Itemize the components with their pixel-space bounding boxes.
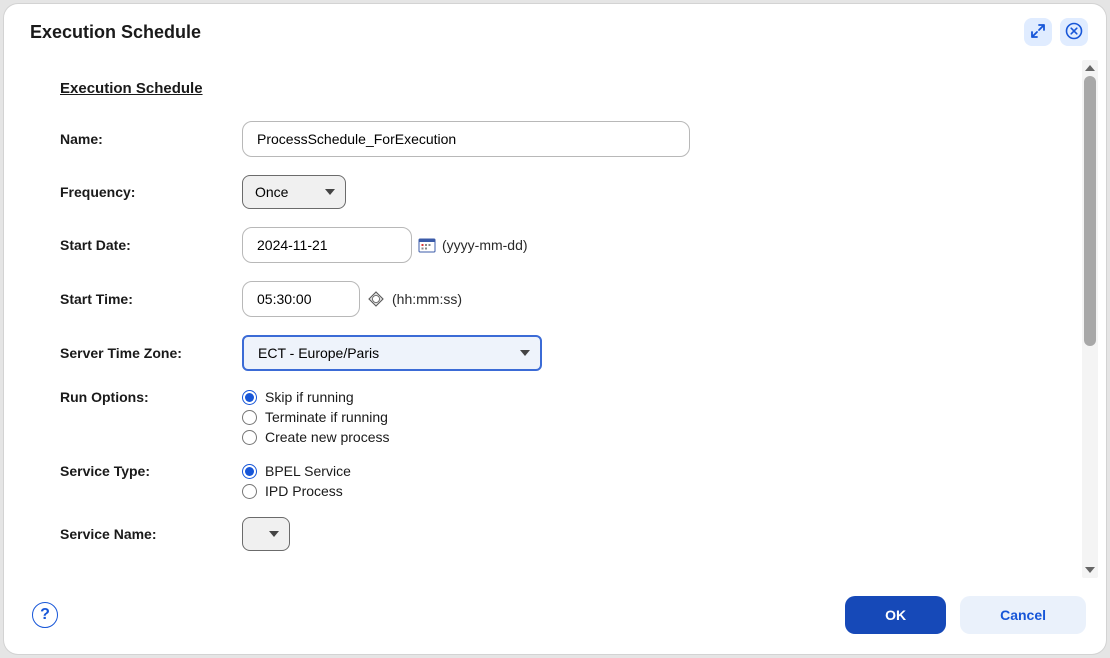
start-date-label: Start Date:	[60, 237, 242, 253]
calendar-icon[interactable]	[418, 237, 436, 253]
row-run-options: Run Options: Skip if running Terminate i…	[60, 389, 1042, 445]
timezone-label: Server Time Zone:	[60, 345, 242, 361]
run-option-skip: Skip if running	[242, 389, 390, 405]
start-time-label: Start Time:	[60, 291, 242, 307]
dialog-title: Execution Schedule	[30, 22, 201, 43]
dialog-header: Execution Schedule	[4, 4, 1106, 56]
dialog-body: Execution Schedule Name: Frequency: Once…	[4, 56, 1106, 582]
ok-button[interactable]: OK	[845, 596, 946, 634]
timezone-select[interactable]: ECT - Europe/Paris	[242, 335, 542, 371]
start-time-control: (hh:mm:ss)	[242, 281, 462, 317]
help-icon: ?	[40, 606, 50, 624]
service-name-select[interactable]	[242, 517, 290, 551]
execution-schedule-dialog: Execution Schedule	[4, 4, 1106, 654]
scrollbar-thumb[interactable]	[1084, 76, 1096, 346]
clock-icon[interactable]	[366, 289, 386, 309]
service-type-ipd-radio[interactable]	[242, 484, 257, 499]
service-type-bpel: BPEL Service	[242, 463, 351, 479]
name-label: Name:	[60, 131, 242, 147]
content-area: Execution Schedule Name: Frequency: Once…	[4, 56, 1082, 582]
expand-button[interactable]	[1024, 18, 1052, 46]
help-button[interactable]: ?	[32, 602, 58, 628]
frequency-control: Once	[242, 175, 346, 209]
row-name: Name:	[60, 121, 1042, 157]
start-time-input[interactable]	[242, 281, 360, 317]
service-type-group: BPEL Service IPD Process	[242, 463, 351, 499]
row-timezone: Server Time Zone: ECT - Europe/Paris	[60, 335, 1042, 371]
row-start-time: Start Time: (hh:mm:ss)	[60, 281, 1042, 317]
run-options-group: Skip if running Terminate if running Cre…	[242, 389, 390, 445]
expand-icon	[1030, 23, 1046, 42]
row-frequency: Frequency: Once	[60, 175, 1042, 209]
cancel-button[interactable]: Cancel	[960, 596, 1086, 634]
service-type-label: Service Type:	[60, 463, 242, 479]
footer-actions: OK Cancel	[845, 596, 1086, 634]
row-service-type: Service Type: BPEL Service IPD Process	[60, 463, 1042, 499]
start-date-hint: (yyyy-mm-dd)	[442, 237, 528, 253]
service-type-bpel-label[interactable]: BPEL Service	[265, 463, 351, 479]
row-service-name: Service Name:	[60, 517, 1042, 551]
scrollbar[interactable]	[1082, 60, 1098, 578]
name-control	[242, 121, 690, 157]
start-date-control: (yyyy-mm-dd)	[242, 227, 528, 263]
run-option-create-radio[interactable]	[242, 430, 257, 445]
scroll-up-icon[interactable]	[1082, 60, 1098, 76]
run-option-create: Create new process	[242, 429, 390, 445]
header-actions	[1024, 18, 1088, 46]
row-start-date: Start Date: (yyyy	[60, 227, 1042, 263]
run-option-terminate: Terminate if running	[242, 409, 390, 425]
scroll-down-icon[interactable]	[1082, 562, 1098, 578]
close-button[interactable]	[1060, 18, 1088, 46]
frequency-label: Frequency:	[60, 184, 242, 200]
frequency-select[interactable]: Once	[242, 175, 346, 209]
service-type-ipd-label[interactable]: IPD Process	[265, 483, 343, 499]
section-title: Execution Schedule	[60, 80, 1042, 97]
start-date-input[interactable]	[242, 227, 412, 263]
run-option-skip-radio[interactable]	[242, 390, 257, 405]
run-option-terminate-radio[interactable]	[242, 410, 257, 425]
service-type-ipd: IPD Process	[242, 483, 351, 499]
service-name-label: Service Name:	[60, 526, 242, 542]
name-input[interactable]	[242, 121, 690, 157]
run-option-terminate-label[interactable]: Terminate if running	[265, 409, 388, 425]
service-name-control	[242, 517, 290, 551]
run-options-label: Run Options:	[60, 389, 242, 405]
run-option-skip-label[interactable]: Skip if running	[265, 389, 354, 405]
timezone-control: ECT - Europe/Paris	[242, 335, 542, 371]
run-option-create-label[interactable]: Create new process	[265, 429, 390, 445]
dialog-footer: ? OK Cancel	[4, 582, 1106, 654]
service-type-bpel-radio[interactable]	[242, 464, 257, 479]
close-icon	[1065, 22, 1083, 43]
start-time-hint: (hh:mm:ss)	[392, 291, 462, 307]
